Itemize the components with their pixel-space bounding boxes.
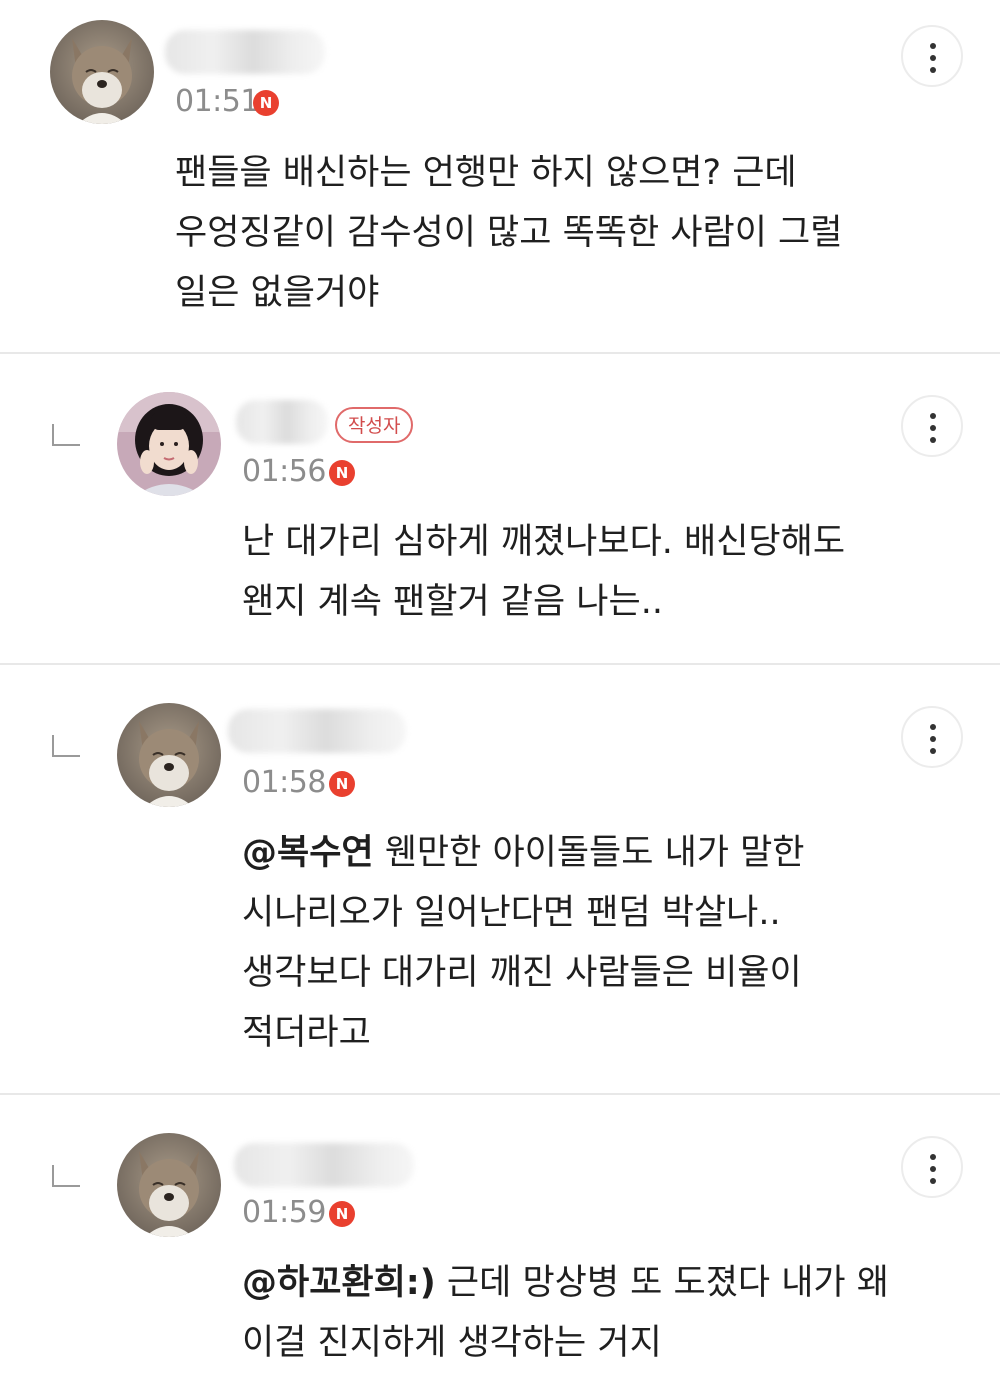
avatar[interactable]: [117, 392, 221, 496]
comment-line: @하꼬환희:) 근데 망상병 또 도졌다 내가 왜: [242, 1253, 889, 1313]
comment-line: 팬들을 배신하는 언행만 하지 않으면? 근데: [175, 153, 797, 193]
comment-time: 01:58: [242, 765, 326, 800]
mention-link[interactable]: @하꼬환희:): [242, 1263, 436, 1303]
mention-link[interactable]: @복수연: [242, 833, 374, 873]
new-badge-icon: N: [329, 460, 355, 486]
reply-item: 01:58 N @복수연 웬만한 아이돌들도 내가 말한 시나리오가 일어난다면…: [0, 665, 1000, 1095]
new-badge-icon: N: [329, 1201, 355, 1227]
comment-text: 난 대가리 심하게 깨졌나보다. 배신당해도 왠지 계속 팬할거 같음 나는..: [242, 512, 845, 632]
more-vertical-icon[interactable]: [901, 25, 963, 87]
reply-item: 작성자 01:56 N 난 대가리 심하게 깨졌나보다. 배신당해도 왠지 계속…: [0, 354, 1000, 665]
new-badge-icon: N: [329, 771, 355, 797]
author-name-blurred[interactable]: [228, 709, 406, 753]
comment-item: 01:51 N 팬들을 배신하는 언행만 하지 않으면? 근데 우엉징같이 감수…: [0, 0, 1000, 354]
author-name-blurred[interactable]: [165, 30, 325, 74]
avatar[interactable]: [117, 1133, 221, 1237]
comment-time: 01:59: [242, 1195, 326, 1230]
comment-line: 생각보다 대가리 깨진 사람들은 비율이: [242, 953, 802, 993]
comment-line: 왠지 계속 팬할거 같음 나는..: [242, 582, 663, 622]
more-vertical-icon[interactable]: [901, 706, 963, 768]
new-badge-icon: N: [253, 90, 279, 116]
reply-arrow-icon: [52, 735, 80, 757]
comment-line-text: 근데 망상병 또 도졌다 내가 왜: [435, 1263, 889, 1303]
reply-arrow-icon: [52, 1165, 80, 1187]
reply-arrow-icon: [52, 424, 80, 446]
avatar[interactable]: [117, 703, 221, 807]
comment-time: 01:56: [242, 454, 326, 489]
comment-line: 이걸 진지하게 생각하는 거지: [242, 1323, 662, 1363]
reply-item: 01:59 N @하꼬환희:) 근데 망상병 또 도졌다 내가 왜 이걸 진지하…: [0, 1095, 1000, 1379]
comment-line: 우엉징같이 감수성이 많고 똑똑한 사람이 그럴: [175, 213, 843, 253]
comment-text: 팬들을 배신하는 언행만 하지 않으면? 근데 우엉징같이 감수성이 많고 똑똑…: [175, 143, 842, 323]
comment-time: 01:51: [175, 84, 259, 119]
comment-text: @하꼬환희:) 근데 망상병 또 도졌다 내가 왜 이걸 진지하게 생각하는 거…: [242, 1253, 889, 1373]
comment-line: 난 대가리 심하게 깨졌나보다. 배신당해도: [242, 522, 846, 562]
author-name-blurred[interactable]: [234, 1143, 414, 1187]
author-badge: 작성자: [335, 407, 414, 443]
comment-text: @복수연 웬만한 아이돌들도 내가 말한 시나리오가 일어난다면 팬덤 박살나.…: [242, 823, 805, 1063]
comment-line: 시나리오가 일어난다면 팬덤 박살나..: [242, 893, 781, 933]
comment-line: 일은 없을거야: [175, 273, 380, 313]
more-vertical-icon[interactable]: [901, 1136, 963, 1198]
avatar[interactable]: [50, 20, 154, 124]
comment-line-text: 웬만한 아이돌들도 내가 말한: [373, 833, 805, 873]
comment-line: @복수연 웬만한 아이돌들도 내가 말한: [242, 823, 805, 883]
comment-line: 적더라고: [242, 1013, 371, 1053]
more-vertical-icon[interactable]: [901, 395, 963, 457]
author-name-blurred[interactable]: [236, 400, 328, 444]
